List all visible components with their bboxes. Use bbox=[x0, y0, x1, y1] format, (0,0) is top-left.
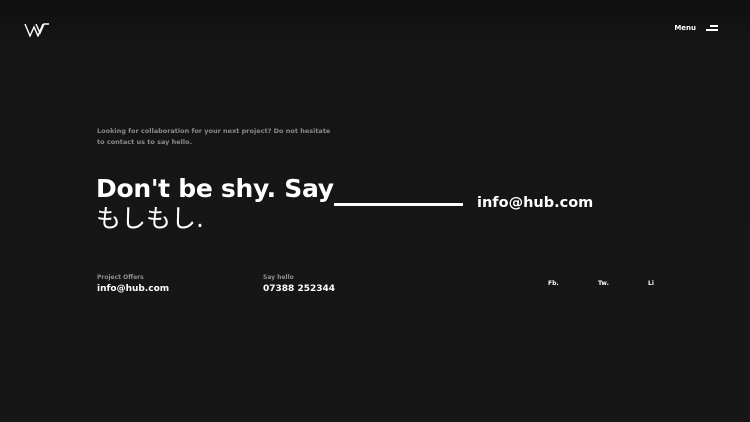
intro-text: Looking for collaboration for your next … bbox=[97, 127, 331, 146]
project-offers-label: Project Offers bbox=[97, 274, 144, 281]
social-link-facebook[interactable]: Fb. bbox=[548, 280, 559, 287]
say-hello-label: Say hello bbox=[263, 274, 294, 281]
hamburger-icon bbox=[706, 25, 718, 31]
w-logo-icon[interactable] bbox=[24, 22, 50, 38]
project-offers-email-link[interactable]: info@hub.com bbox=[97, 284, 169, 294]
social-link-linkedin[interactable]: Li bbox=[648, 280, 654, 287]
contact-page: Menu Looking for collaboration for your … bbox=[0, 0, 750, 422]
divider-line bbox=[334, 203, 463, 206]
menu-button[interactable]: Menu bbox=[674, 24, 718, 32]
menu-label: Menu bbox=[674, 24, 696, 32]
phone-link[interactable]: 07388 252344 bbox=[263, 284, 335, 294]
headline-line-1: Don't be shy. Say bbox=[96, 174, 334, 203]
social-link-twitter[interactable]: Tw. bbox=[598, 280, 609, 287]
headline-line-2: もしもし. bbox=[96, 204, 204, 233]
email-link[interactable]: info@hub.com bbox=[477, 195, 593, 211]
headline: Don't be shy. Say もしもし. bbox=[96, 174, 336, 234]
